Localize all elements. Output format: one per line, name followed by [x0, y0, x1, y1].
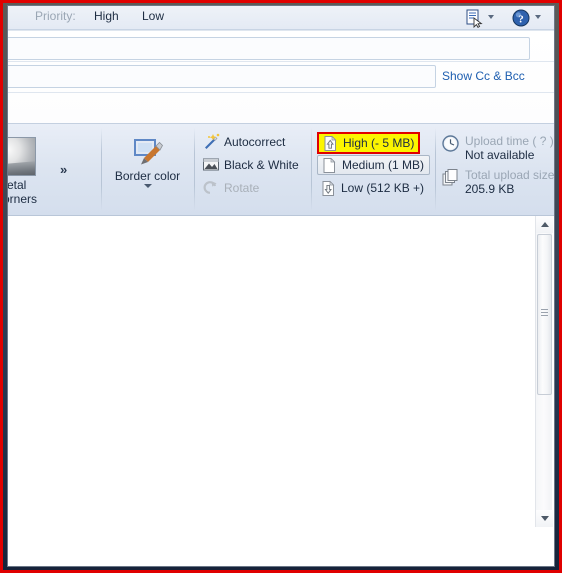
annotation-frame	[0, 0, 562, 573]
